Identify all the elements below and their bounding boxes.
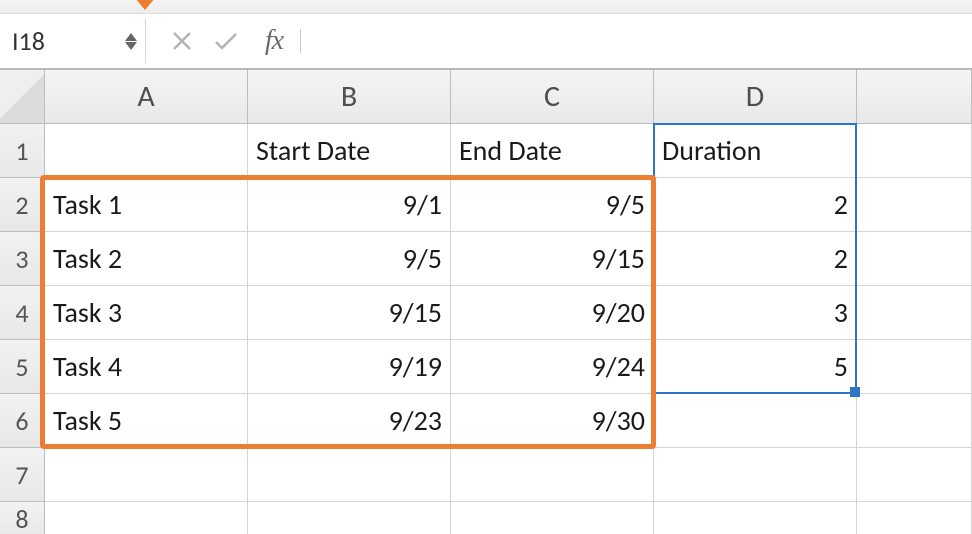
cell-reference: I18 xyxy=(12,25,45,57)
check-icon xyxy=(213,30,239,52)
cell-B8[interactable] xyxy=(248,502,451,534)
cell-A3[interactable]: Task 2 xyxy=(45,232,248,286)
row-header-7[interactable]: 7 xyxy=(0,448,45,502)
cell-B3[interactable]: 9/5 xyxy=(248,232,451,286)
close-icon xyxy=(171,30,193,52)
row-header-3[interactable]: 3 xyxy=(0,232,45,286)
row-header-2[interactable]: 2 xyxy=(0,178,45,232)
cell-A4[interactable]: Task 3 xyxy=(45,286,248,340)
cell-C3[interactable]: 9/15 xyxy=(451,232,654,286)
table-row: 6 Task 5 9/23 9/30 xyxy=(0,394,972,448)
cell-B1[interactable]: Start Date xyxy=(248,124,451,178)
column-header-D[interactable]: D xyxy=(654,70,857,124)
cell-C6[interactable]: 9/30 xyxy=(451,394,654,448)
cell-B7[interactable] xyxy=(248,448,451,502)
cell-D1[interactable]: Duration xyxy=(654,124,857,178)
chevron-up-icon xyxy=(125,33,137,41)
table-row: 8 xyxy=(0,502,972,534)
confirm-button[interactable] xyxy=(204,21,248,61)
cell-E5[interactable] xyxy=(857,340,972,394)
cell-E8[interactable] xyxy=(857,502,972,534)
row-header-5[interactable]: 5 xyxy=(0,340,45,394)
spreadsheet-grid[interactable]: A B C D 1 Start Date End Date Duration 2… xyxy=(0,70,972,534)
column-header-row: A B C D xyxy=(0,70,972,124)
cell-B6[interactable]: 9/23 xyxy=(248,394,451,448)
row-header-1[interactable]: 1 xyxy=(0,124,45,178)
cell-E7[interactable] xyxy=(857,448,972,502)
table-row: 1 Start Date End Date Duration xyxy=(0,124,972,178)
cell-D8[interactable] xyxy=(654,502,857,534)
table-row: 4 Task 3 9/15 9/20 3 xyxy=(0,286,972,340)
cell-E6[interactable] xyxy=(857,394,972,448)
ribbon-marker-icon xyxy=(135,0,155,10)
cell-B4[interactable]: 9/15 xyxy=(248,286,451,340)
cell-C7[interactable] xyxy=(451,448,654,502)
cell-E4[interactable] xyxy=(857,286,972,340)
ribbon-strip xyxy=(0,0,972,14)
fx-label: fx xyxy=(265,25,283,57)
chevron-down-icon xyxy=(125,42,137,50)
cell-D2[interactable]: 2 xyxy=(654,178,857,232)
row-header-8[interactable]: 8 xyxy=(0,502,45,534)
cell-D6[interactable] xyxy=(654,394,857,448)
cell-A1[interactable] xyxy=(45,124,248,178)
column-header-C[interactable]: C xyxy=(451,70,654,124)
cell-E1[interactable] xyxy=(857,124,972,178)
formula-input[interactable] xyxy=(300,21,968,61)
cell-B5[interactable]: 9/19 xyxy=(248,340,451,394)
table-row: 3 Task 2 9/5 9/15 2 xyxy=(0,232,972,286)
cell-A2[interactable]: Task 1 xyxy=(45,178,248,232)
cell-B2[interactable]: 9/1 xyxy=(248,178,451,232)
column-header-B[interactable]: B xyxy=(248,70,451,124)
cell-C4[interactable]: 9/20 xyxy=(451,286,654,340)
insert-function-button[interactable]: fx xyxy=(248,25,300,57)
row-header-6[interactable]: 6 xyxy=(0,394,45,448)
cell-A5[interactable]: Task 4 xyxy=(45,340,248,394)
cell-A6[interactable]: Task 5 xyxy=(45,394,248,448)
cell-D5[interactable]: 5 xyxy=(654,340,857,394)
name-box[interactable]: I18 xyxy=(4,19,146,63)
name-box-stepper[interactable] xyxy=(125,33,137,50)
table-row: 7 xyxy=(0,448,972,502)
cell-D4[interactable]: 3 xyxy=(654,286,857,340)
cell-C5[interactable]: 9/24 xyxy=(451,340,654,394)
cell-A7[interactable] xyxy=(45,448,248,502)
select-all-corner[interactable] xyxy=(0,70,45,124)
column-header-A[interactable]: A xyxy=(45,70,248,124)
cell-D3[interactable]: 2 xyxy=(654,232,857,286)
cell-E3[interactable] xyxy=(857,232,972,286)
table-row: 5 Task 4 9/19 9/24 5 xyxy=(0,340,972,394)
cell-A8[interactable] xyxy=(45,502,248,534)
table-row: 2 Task 1 9/1 9/5 2 xyxy=(0,178,972,232)
cell-E2[interactable] xyxy=(857,178,972,232)
cell-C8[interactable] xyxy=(451,502,654,534)
cell-D7[interactable] xyxy=(654,448,857,502)
cell-C1[interactable]: End Date xyxy=(451,124,654,178)
column-header-E[interactable] xyxy=(857,70,972,124)
cancel-button[interactable] xyxy=(160,21,204,61)
cell-C2[interactable]: 9/5 xyxy=(451,178,654,232)
formula-bar: I18 fx xyxy=(0,14,972,70)
row-header-4[interactable]: 4 xyxy=(0,286,45,340)
